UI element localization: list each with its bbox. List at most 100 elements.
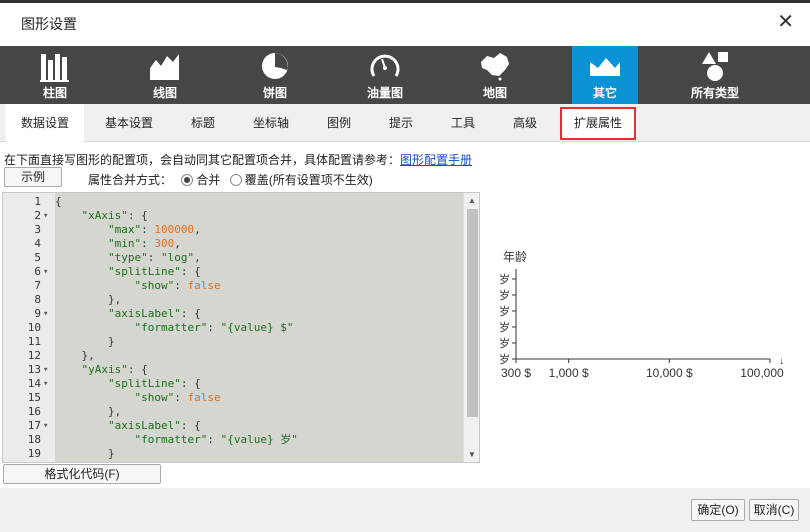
fold-icon[interactable]: ▾ bbox=[43, 209, 48, 223]
x-tick-label: 10,000 $ bbox=[646, 366, 693, 380]
line-number: 17 bbox=[27, 419, 41, 432]
x-tick-label: 1,000 $ bbox=[549, 366, 589, 380]
code-text: { bbox=[55, 195, 62, 208]
chart-type-all-button[interactable]: 所有类型 bbox=[674, 46, 756, 104]
merge-mode: 属性合并方式： 合并 覆盖(所有设置项不生效) bbox=[88, 171, 373, 188]
code-text: "min": 300, bbox=[107, 237, 181, 250]
map-icon bbox=[481, 53, 509, 81]
x-axis-arrow: ↓ bbox=[779, 356, 784, 367]
code-text: "max": 100000, bbox=[107, 223, 201, 236]
chart-type-label: 其它 bbox=[592, 86, 617, 100]
config-hint: 在下面直接写图形的配置项，会自动同其它配置项合并，具体配置请参考：图形配置手册 bbox=[4, 151, 472, 168]
tab-data-settings[interactable]: 数据设置 bbox=[6, 104, 84, 142]
chart-type-pie-button[interactable]: 饼图 bbox=[234, 46, 316, 104]
line-number: 5 bbox=[34, 251, 41, 264]
y-tick-label: 0 岁 bbox=[496, 272, 510, 286]
line-number: 11 bbox=[27, 335, 41, 348]
y-tick-label: 0 岁 bbox=[496, 320, 510, 334]
line-number: 19 bbox=[27, 447, 41, 460]
chart-type-other-button[interactable]: 其它 bbox=[572, 46, 638, 104]
line-number: 6 bbox=[34, 265, 41, 278]
merge-option-label[interactable]: 合并 bbox=[196, 173, 220, 187]
code-editor[interactable]: 1{2 ▾ "xAxis": {3 "max": 100000, 4 "min": … bbox=[2, 192, 480, 463]
scroll-down-icon[interactable]: ▼ bbox=[468, 450, 476, 459]
y-tick-label: 0 岁 bbox=[496, 304, 510, 318]
fold-icon[interactable]: ▾ bbox=[43, 307, 48, 321]
chart-type-label: 柱图 bbox=[42, 86, 67, 100]
merge-radio[interactable] bbox=[181, 174, 194, 186]
code-text: }, bbox=[55, 349, 95, 362]
code-text: } bbox=[55, 335, 115, 348]
tab-content: 在下面直接写图形的配置项，会自动同其它配置项合并，具体配置请参考：图形配置手册 … bbox=[0, 142, 810, 488]
fold-icon[interactable]: ▾ bbox=[43, 419, 48, 433]
chart-type-label: 线图 bbox=[152, 86, 177, 100]
dialog-title: 图形设置 bbox=[21, 16, 77, 32]
chart-type-label: 油量图 bbox=[366, 86, 403, 100]
chart-type-line-button[interactable]: 线图 bbox=[124, 46, 206, 104]
code-text: "splitLine": { bbox=[107, 377, 201, 390]
bar-chart-icon bbox=[40, 54, 69, 82]
line-number: 1 bbox=[34, 195, 41, 208]
config-manual-link[interactable]: 图形配置手册 bbox=[400, 153, 472, 167]
chart-type-label: 所有类型 bbox=[690, 86, 739, 100]
shapes-icon bbox=[702, 52, 728, 81]
close-icon[interactable]: ✕ bbox=[777, 12, 794, 32]
chart-preview: 年龄 0 岁 0 岁 0 岁 0 岁 0 岁 0 岁 300 $ 1,000 $ 10,000… bbox=[496, 250, 784, 380]
settings-tabs: 数据设置 基本设置 标题 坐标轴 图例 提示 工具 高级 扩展属性 bbox=[0, 104, 810, 142]
fold-icon[interactable]: ▾ bbox=[43, 265, 48, 279]
line-number: 14 bbox=[27, 377, 41, 390]
code-text: "type": "log", bbox=[107, 251, 201, 264]
code-text: "axisLabel": { bbox=[107, 307, 201, 320]
tab-extended-properties[interactable]: 扩展属性 bbox=[560, 107, 636, 140]
code-text: "splitLine": { bbox=[107, 265, 201, 278]
dialog-footer: 确定(O) 取消(C) bbox=[0, 488, 810, 532]
hint-text: 在下面直接写图形的配置项，会自动同其它配置项合并，具体配置请参考： bbox=[4, 153, 401, 167]
chart-type-label: 饼图 bbox=[262, 86, 287, 100]
code-text: "formatter": "{value} 岁" bbox=[134, 433, 298, 446]
scroll-up-icon[interactable]: ▲ bbox=[468, 196, 476, 205]
chart-type-gauge-button[interactable]: 油量图 bbox=[344, 46, 426, 104]
y-axis-name: 年龄 bbox=[503, 250, 527, 264]
tab-tools[interactable]: 工具 bbox=[438, 104, 488, 142]
mountain-icon bbox=[590, 58, 620, 76]
chart-type-label: 地图 bbox=[482, 86, 507, 100]
code-text: "formatter": "{value} $" bbox=[134, 321, 294, 334]
gauge-icon bbox=[370, 54, 400, 77]
y-tick-label: 0 岁 bbox=[496, 352, 510, 366]
dialog-titlebar: 图形设置 ✕ bbox=[0, 0, 810, 46]
code-text: } bbox=[55, 461, 88, 462]
chart-type-map-button[interactable]: 地图 bbox=[454, 46, 536, 104]
pie-chart-icon bbox=[262, 53, 289, 79]
line-number: 10 bbox=[27, 321, 41, 334]
tab-advanced[interactable]: 高级 bbox=[500, 104, 550, 142]
x-tick-label: 300 $ bbox=[501, 366, 531, 380]
code-text: "xAxis": { bbox=[81, 209, 148, 222]
scroll-thumb[interactable] bbox=[467, 209, 478, 417]
line-chart-icon bbox=[150, 54, 179, 80]
tab-tooltip[interactable]: 提示 bbox=[376, 104, 426, 142]
example-button[interactable]: 示例 bbox=[4, 167, 62, 187]
line-number: 7 bbox=[34, 279, 41, 292]
cancel-button[interactable]: 取消(C) bbox=[749, 499, 799, 521]
y-tick-label: 0 岁 bbox=[496, 336, 510, 350]
fold-icon[interactable]: ▾ bbox=[43, 377, 48, 391]
chart-type-bar-button[interactable]: 柱图 bbox=[14, 46, 96, 104]
ok-button[interactable]: 确定(O) bbox=[691, 499, 745, 521]
code-text: "show": false bbox=[134, 279, 221, 292]
line-number: 13 bbox=[27, 363, 41, 376]
code-text: }, bbox=[55, 405, 122, 418]
editor-scrollbar[interactable]: ▲ ▼ bbox=[463, 193, 479, 462]
fold-icon[interactable]: ▾ bbox=[43, 363, 48, 377]
line-number: 20 bbox=[3, 461, 41, 462]
tab-axis[interactable]: 坐标轴 bbox=[240, 104, 302, 142]
line-number: 18 bbox=[27, 433, 41, 446]
tab-legend[interactable]: 图例 bbox=[314, 104, 364, 142]
tab-title[interactable]: 标题 bbox=[176, 104, 230, 142]
override-option-label[interactable]: 覆盖(所有设置项不生效) bbox=[245, 173, 373, 187]
tab-basic-settings[interactable]: 基本设置 bbox=[92, 104, 166, 142]
line-number: 16 bbox=[27, 405, 41, 418]
override-radio[interactable] bbox=[229, 174, 242, 186]
format-code-button[interactable]: 格式化代码(F) bbox=[3, 464, 161, 484]
code-text: "yAxis": { bbox=[81, 363, 148, 376]
code-text: "show": false bbox=[134, 391, 221, 404]
